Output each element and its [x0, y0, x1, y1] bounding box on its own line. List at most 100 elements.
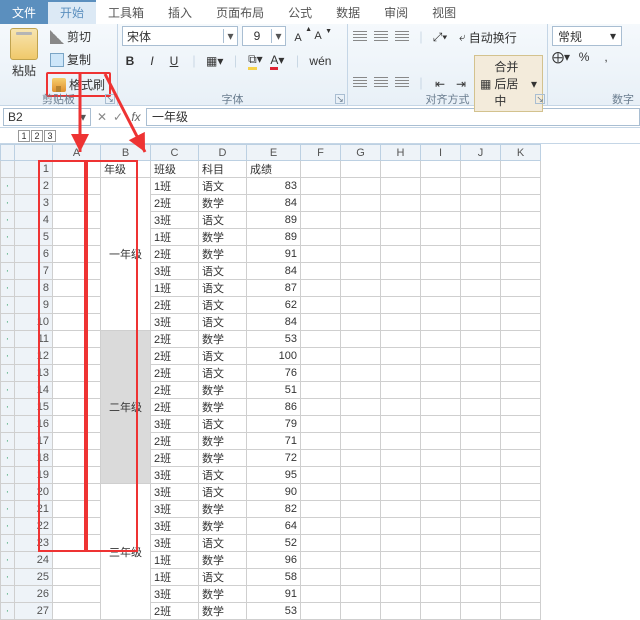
cell[interactable]: [53, 416, 101, 433]
outline-gutter[interactable]: ·: [1, 348, 15, 365]
cell[interactable]: [341, 552, 381, 569]
outline-gutter[interactable]: ·: [1, 450, 15, 467]
cell[interactable]: [501, 467, 541, 484]
cell[interactable]: [341, 280, 381, 297]
cell[interactable]: [301, 348, 341, 365]
cell[interactable]: 91: [247, 586, 301, 603]
cell[interactable]: [301, 178, 341, 195]
cell[interactable]: [301, 450, 341, 467]
row-header[interactable]: 27: [15, 603, 53, 620]
cell[interactable]: [341, 399, 381, 416]
cell[interactable]: [301, 331, 341, 348]
col-header-B[interactable]: B: [101, 145, 151, 161]
cell[interactable]: 成绩: [247, 161, 301, 178]
cell[interactable]: [53, 586, 101, 603]
outline-gutter[interactable]: ·: [1, 382, 15, 399]
cell[interactable]: [421, 246, 461, 263]
cell[interactable]: [381, 178, 421, 195]
cell[interactable]: [421, 484, 461, 501]
cell[interactable]: 数学: [199, 229, 247, 246]
cell[interactable]: 89: [247, 229, 301, 246]
cell[interactable]: [421, 416, 461, 433]
cell[interactable]: 79: [247, 416, 301, 433]
cancel-formula-button[interactable]: ✕: [94, 110, 110, 124]
cell[interactable]: [461, 246, 501, 263]
cell[interactable]: [341, 331, 381, 348]
cell[interactable]: [341, 178, 381, 195]
col-header-G[interactable]: G: [341, 145, 381, 161]
cell[interactable]: 3班: [151, 263, 199, 280]
cell[interactable]: 数学: [199, 382, 247, 399]
row-header[interactable]: 4: [15, 212, 53, 229]
cell[interactable]: [421, 348, 461, 365]
cell-grade[interactable]: 三年级: [101, 484, 151, 620]
increase-font-button[interactable]: [290, 28, 306, 44]
cell[interactable]: [53, 484, 101, 501]
col-header-D[interactable]: D: [199, 145, 247, 161]
cell[interactable]: [53, 263, 101, 280]
percent-button[interactable]: %: [576, 50, 592, 64]
cell[interactable]: 数学: [199, 195, 247, 212]
outline-gutter[interactable]: ·: [1, 195, 15, 212]
outline-gutter[interactable]: ·: [1, 314, 15, 331]
cell[interactable]: [421, 569, 461, 586]
cell[interactable]: [301, 263, 341, 280]
cell[interactable]: [301, 161, 341, 178]
cell[interactable]: [421, 178, 461, 195]
cell[interactable]: [501, 569, 541, 586]
cell[interactable]: [421, 433, 461, 450]
cell[interactable]: [421, 518, 461, 535]
cell[interactable]: [381, 195, 421, 212]
align-center-button[interactable]: [373, 77, 389, 91]
cell[interactable]: [381, 586, 421, 603]
outline-gutter[interactable]: ·: [1, 212, 15, 229]
cell[interactable]: [301, 195, 341, 212]
outline-gutter[interactable]: ·: [1, 365, 15, 382]
cell[interactable]: [301, 586, 341, 603]
menu-data[interactable]: 数据: [324, 0, 372, 24]
bold-button[interactable]: B: [122, 54, 138, 68]
col-header-J[interactable]: J: [461, 145, 501, 161]
cell[interactable]: 语文: [199, 297, 247, 314]
row-header[interactable]: 10: [15, 314, 53, 331]
cell[interactable]: 3班: [151, 212, 199, 229]
cell[interactable]: [501, 297, 541, 314]
col-header-H[interactable]: H: [381, 145, 421, 161]
cell[interactable]: [381, 331, 421, 348]
cell[interactable]: [301, 535, 341, 552]
font-color-button[interactable]: A▾: [269, 53, 285, 70]
cell[interactable]: [501, 433, 541, 450]
cell[interactable]: [381, 348, 421, 365]
cell[interactable]: [53, 382, 101, 399]
cell[interactable]: [53, 314, 101, 331]
cell[interactable]: [381, 416, 421, 433]
cell[interactable]: [381, 552, 421, 569]
cell[interactable]: 3班: [151, 314, 199, 331]
comma-button[interactable]: ,: [598, 50, 614, 64]
cell[interactable]: [501, 586, 541, 603]
cell[interactable]: [341, 229, 381, 246]
cell[interactable]: [501, 263, 541, 280]
cell[interactable]: [461, 450, 501, 467]
font-name-combo[interactable]: 宋体 ▾: [122, 26, 238, 46]
cell[interactable]: [301, 229, 341, 246]
menu-insert[interactable]: 插入: [156, 0, 204, 24]
increase-indent-button[interactable]: ⇥: [453, 77, 469, 91]
cell[interactable]: [53, 331, 101, 348]
cell[interactable]: [461, 161, 501, 178]
cell[interactable]: [501, 280, 541, 297]
row-header[interactable]: 2: [15, 178, 53, 195]
cell[interactable]: [501, 229, 541, 246]
cell[interactable]: [501, 416, 541, 433]
row-header[interactable]: 22: [15, 518, 53, 535]
outline-level-3[interactable]: 3: [44, 130, 56, 142]
cell[interactable]: [53, 212, 101, 229]
cell[interactable]: [301, 501, 341, 518]
cell[interactable]: [381, 365, 421, 382]
cell[interactable]: [501, 212, 541, 229]
cell[interactable]: [421, 280, 461, 297]
cell[interactable]: [501, 195, 541, 212]
row-header[interactable]: 24: [15, 552, 53, 569]
cell[interactable]: 数学: [199, 399, 247, 416]
cell[interactable]: 3班: [151, 586, 199, 603]
